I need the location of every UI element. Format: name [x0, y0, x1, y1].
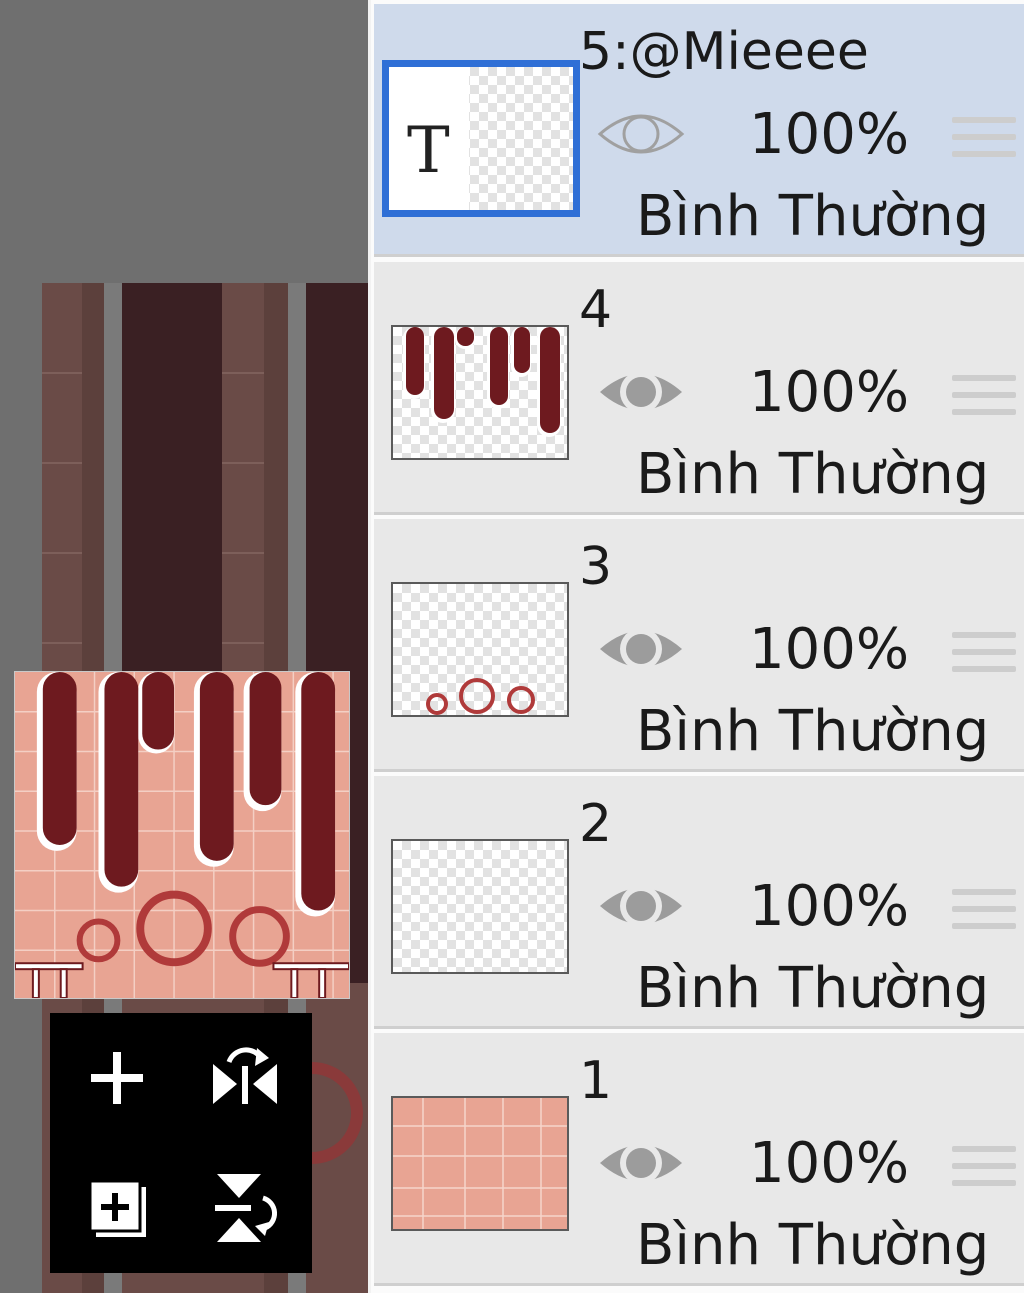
drag-handle-icon[interactable] [952, 117, 1016, 167]
eye-icon [600, 885, 682, 927]
add-layer-copy-button[interactable] [72, 1163, 162, 1253]
layer-opacity[interactable]: 100% [749, 879, 909, 935]
blend-mode[interactable]: Bình Thường [636, 447, 989, 503]
eye-icon [597, 114, 685, 154]
eye-icon [600, 1142, 682, 1184]
visibility-toggle[interactable] [596, 1133, 686, 1193]
layer-opacity[interactable]: 100% [749, 365, 909, 421]
visibility-toggle[interactable] [596, 876, 686, 936]
circles-thumbnail-art [426, 678, 535, 715]
drag-handle-icon[interactable] [952, 1146, 1016, 1196]
eye-icon [600, 628, 682, 670]
layer-opacity[interactable]: 100% [749, 107, 909, 163]
plus-icon [91, 1052, 143, 1104]
layer-row[interactable]: 3 100% Bình Thường [374, 519, 1024, 772]
flip-vertical-button[interactable] [200, 1163, 290, 1253]
layer-thumbnail[interactable]: T [382, 60, 580, 217]
visibility-toggle[interactable] [596, 104, 686, 164]
blend-mode[interactable]: Bình Thường [636, 189, 989, 245]
grid-thumbnail-art [393, 1098, 567, 1229]
layer-row[interactable]: 1 100% Bình Thường [374, 1033, 1024, 1286]
flip-horizontal-button[interactable] [200, 1033, 290, 1123]
layer-row[interactable]: T 5:@Mieeee 100% Bình Thường [374, 4, 1024, 257]
text-layer-glyph: T [407, 114, 450, 188]
blend-mode[interactable]: Bình Thường [636, 961, 989, 1017]
blend-mode[interactable]: Bình Thường [636, 1218, 989, 1274]
drag-handle-icon[interactable] [952, 889, 1016, 939]
layer-opacity[interactable]: 100% [749, 1136, 909, 1192]
layer-row[interactable]: 2 100% Bình Thường [374, 776, 1024, 1029]
blend-mode[interactable]: Bình Thường [636, 704, 989, 760]
add-layer-button[interactable] [72, 1033, 162, 1123]
layer-thumbnail[interactable] [391, 839, 569, 974]
layer-name: 5:@Mieeee [579, 22, 869, 82]
layer-tools-popup [50, 1013, 312, 1273]
drips-thumbnail-art [403, 327, 561, 437]
layer-name: 4 [579, 280, 613, 340]
layer-thumbnail[interactable] [391, 325, 569, 460]
layer-name: 3 [579, 537, 613, 597]
layer-opacity[interactable]: 100% [749, 622, 909, 678]
canvas-area[interactable] [0, 0, 368, 1293]
drag-handle-icon[interactable] [952, 632, 1016, 682]
visibility-toggle[interactable] [596, 362, 686, 422]
layers-panel: T 5:@Mieeee 100% Bình Thường 4 100% Bình… [368, 0, 1024, 1293]
drag-handle-icon[interactable] [952, 375, 1016, 425]
add-copy-icon [88, 1179, 146, 1237]
layer-name: 2 [579, 794, 613, 854]
eye-icon [600, 371, 682, 413]
layer-row[interactable]: 4 100% Bình Thường [374, 262, 1024, 515]
canvas-preview [14, 671, 350, 999]
flip-horizontal-icon [213, 1047, 277, 1104]
layer-thumbnail[interactable] [391, 1096, 569, 1231]
layer-name: 1 [579, 1051, 613, 1111]
visibility-toggle[interactable] [596, 619, 686, 679]
layer-thumbnail[interactable] [391, 582, 569, 717]
flip-vertical-icon [215, 1174, 277, 1242]
